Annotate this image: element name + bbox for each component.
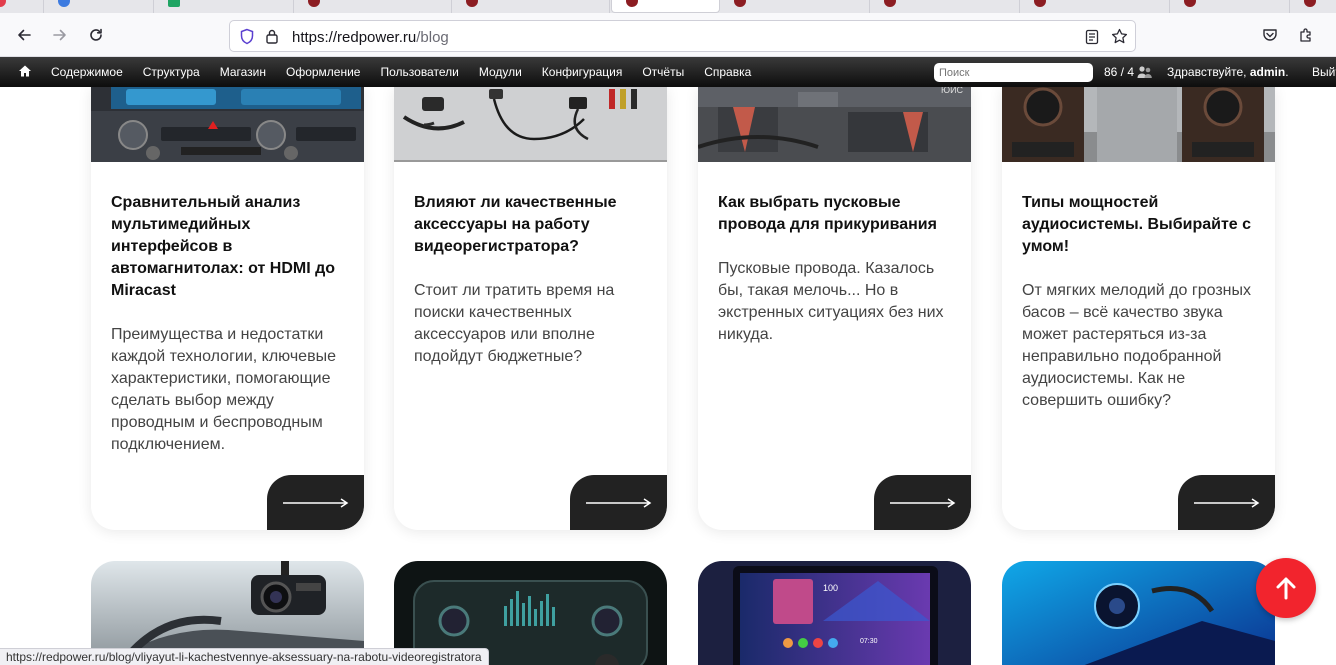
long-arrow-right-icon xyxy=(889,497,955,508)
browser-tab[interactable] xyxy=(294,0,452,13)
tab-favicon-icon xyxy=(884,0,896,7)
pocket-button[interactable] xyxy=(1258,23,1282,47)
browser-tab[interactable] xyxy=(0,0,44,13)
lock-icon[interactable] xyxy=(265,28,279,45)
admin-search-input[interactable] xyxy=(934,63,1093,82)
admin-menu-item[interactable]: Оформление xyxy=(276,57,370,87)
read-more-button[interactable] xyxy=(570,475,667,530)
arrow-up-icon xyxy=(1276,577,1296,600)
read-more-button[interactable] xyxy=(267,475,364,530)
browser-navbar: https://redpower.ru/blog xyxy=(0,13,1336,57)
back-button[interactable] xyxy=(12,23,36,47)
admin-menu-item[interactable]: Магазин xyxy=(210,57,276,87)
tab-favicon-icon xyxy=(626,0,638,7)
browser-tab[interactable] xyxy=(870,0,1020,13)
reader-view-icon[interactable] xyxy=(1085,29,1099,45)
blog-card-image-head-unit[interactable]: 100 07:30 xyxy=(698,561,971,665)
card-image-dashcam-accessories[interactable] xyxy=(394,87,667,162)
read-more-button[interactable] xyxy=(1178,475,1275,530)
card-title[interactable]: Типы мощностей аудиосистемы. Выбирайте с… xyxy=(1022,192,1258,258)
shield-icon[interactable] xyxy=(239,28,255,45)
pocket-icon xyxy=(1263,29,1277,41)
puzzle-icon xyxy=(1300,28,1311,42)
browser-tab[interactable] xyxy=(154,0,294,13)
admin-menu-item[interactable]: Модули xyxy=(469,57,532,87)
card-image-car-dashboard[interactable] xyxy=(91,87,364,162)
blog-card[interactable]: Влияют ли качественные аксессуары на раб… xyxy=(394,87,667,530)
extensions-button[interactable] xyxy=(1294,23,1318,47)
card-description: Стоит ли тратить время на поиски качеств… xyxy=(414,282,615,365)
browser-tab[interactable] xyxy=(1020,0,1170,13)
long-arrow-right-icon xyxy=(1193,497,1259,508)
card-title[interactable]: Как выбрать пусковые провода для прикури… xyxy=(718,192,954,236)
admin-menu-item[interactable]: Пользователи xyxy=(370,57,468,87)
card-title[interactable]: Влияют ли качественные аксессуары на раб… xyxy=(414,192,650,258)
image-display-clock: 07:30 xyxy=(860,638,878,645)
read-more-button[interactable] xyxy=(874,475,971,530)
card-description: От мягких мелодий до грозных басов – всё… xyxy=(1022,282,1251,409)
card-description: Преимущества и недостатки каждой техноло… xyxy=(111,326,336,453)
browser-tab-strip xyxy=(0,0,1336,13)
url-text[interactable]: https://redpower.ru/blog xyxy=(292,29,449,46)
card-image-speakers[interactable] xyxy=(1002,87,1275,162)
tab-favicon-icon xyxy=(0,0,6,7)
admin-menu-item[interactable]: Структура xyxy=(133,57,210,87)
logout-link[interactable]: Выйти xyxy=(1312,57,1336,87)
blog-card-image-dj-audio[interactable] xyxy=(1002,561,1275,665)
bookmark-star-icon[interactable] xyxy=(1111,28,1128,45)
home-icon[interactable] xyxy=(18,64,32,78)
browser-tab[interactable] xyxy=(1290,0,1336,13)
greeting-text: Здравствуйте, admin. xyxy=(1167,65,1289,79)
admin-toolbar: Содержимое Структура Магазин Оформление Поль… xyxy=(0,57,1336,87)
forward-button[interactable] xyxy=(48,23,72,47)
reload-icon xyxy=(90,28,102,41)
tab-favicon-icon xyxy=(734,0,746,7)
admin-menu: Содержимое Структура Магазин Оформление Поль… xyxy=(41,57,761,87)
long-arrow-right-icon xyxy=(585,497,651,508)
tab-favicon-icon xyxy=(58,0,70,7)
blog-card[interactable]: ЮИС Как выбрать пусковые провода для при… xyxy=(698,87,971,530)
users-counter[interactable]: 86 / 4 xyxy=(1104,57,1134,87)
long-arrow-right-icon xyxy=(282,497,348,508)
admin-menu-item[interactable]: Отчёты xyxy=(632,57,694,87)
browser-status-bar: https://redpower.ru/blog/vliyayut-li-kac… xyxy=(0,648,489,665)
browser-tab[interactable] xyxy=(44,0,154,13)
tab-favicon-icon xyxy=(466,0,478,7)
blog-page-content: Сравнительный анализ мультимедийных инте… xyxy=(0,87,1336,665)
scroll-to-top-button[interactable] xyxy=(1256,558,1316,618)
card-description: Пусковые провода. Казалось бы, такая мел… xyxy=(718,260,944,343)
blog-card[interactable]: Типы мощностей аудиосистемы. Выбирайте с… xyxy=(1002,87,1275,530)
card-title[interactable]: Сравнительный анализ мультимедийных инте… xyxy=(111,192,347,302)
blog-card[interactable]: Сравнительный анализ мультимедийных инте… xyxy=(91,87,364,530)
browser-tab-active[interactable] xyxy=(611,0,720,13)
admin-menu-item[interactable]: Конфигурация xyxy=(532,57,633,87)
tab-favicon-icon xyxy=(1184,0,1196,7)
tab-favicon-icon xyxy=(1034,0,1046,7)
reload-button[interactable] xyxy=(84,23,108,47)
image-display-number: 100 xyxy=(823,583,838,593)
users-icon[interactable] xyxy=(1137,65,1153,79)
tab-favicon-icon xyxy=(168,0,180,7)
address-bar[interactable]: https://redpower.ru/blog xyxy=(229,20,1136,52)
tab-favicon-icon xyxy=(308,0,320,7)
browser-tab[interactable] xyxy=(452,0,610,13)
card-image-jumper-cables[interactable]: ЮИС xyxy=(698,87,971,162)
username-link[interactable]: admin xyxy=(1250,65,1285,79)
image-caption: ЮИС xyxy=(941,87,964,95)
browser-tab[interactable] xyxy=(1170,0,1290,13)
arrow-left-icon xyxy=(18,29,31,41)
admin-menu-item[interactable]: Справка xyxy=(694,57,761,87)
admin-menu-item[interactable]: Содержимое xyxy=(41,57,133,87)
tab-favicon-icon xyxy=(1304,0,1316,7)
browser-tab[interactable] xyxy=(720,0,870,13)
arrow-right-icon xyxy=(53,29,66,41)
